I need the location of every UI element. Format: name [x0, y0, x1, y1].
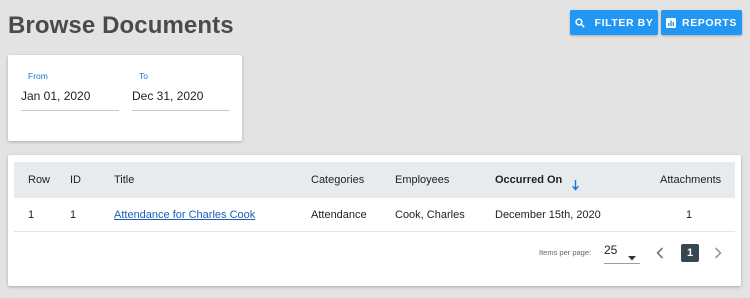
header-row[interactable]: Row [28, 174, 50, 186]
cell-attachments: 1 [686, 209, 693, 221]
arrow-down-icon[interactable] [572, 178, 579, 196]
header-attachments[interactable]: Attachments [660, 174, 721, 186]
documents-table-card: Row ID Title Categories Employees Occurr… [8, 155, 741, 286]
page-number-button[interactable]: 1 [681, 244, 699, 262]
header-id[interactable]: ID [70, 174, 81, 186]
items-per-page-value: 25 [604, 243, 618, 257]
from-date-field[interactable]: From Jan 01, 2020 [21, 71, 119, 111]
filter-by-button[interactable]: FILTER BY [570, 10, 658, 35]
reports-button[interactable]: REPORTS [661, 10, 742, 35]
table-header-row: Row ID Title Categories Employees Occurr… [14, 162, 735, 198]
cell-row: 1 [28, 209, 35, 221]
header-categories[interactable]: Categories [311, 174, 364, 186]
search-icon [574, 17, 585, 28]
cell-categories: Attendance [311, 209, 367, 221]
to-date-input[interactable]: Dec 31, 2020 [132, 89, 230, 111]
items-per-page-select[interactable]: 25 [604, 240, 640, 264]
header-title[interactable]: Title [114, 174, 134, 186]
reports-label: REPORTS [682, 16, 737, 29]
date-range-card: From Jan 01, 2020 To Dec 31, 2020 [8, 55, 242, 141]
items-per-page-label: Items per page: [539, 248, 592, 257]
document-title-link[interactable]: Attendance for Charles Cook [114, 209, 255, 221]
from-date-label: From [28, 71, 48, 81]
cell-id: 1 [70, 209, 77, 221]
cell-occurred-on: December 15th, 2020 [495, 209, 601, 221]
page-title: Browse Documents [8, 12, 234, 39]
cell-employees: Cook, Charles [395, 209, 465, 221]
header-occurred-on[interactable]: Occurred On [495, 174, 562, 186]
table-row: 1 1 Attendance for Charles Cook Attendan… [14, 198, 735, 232]
chevron-left-icon[interactable] [656, 246, 664, 264]
header-employees[interactable]: Employees [395, 174, 449, 186]
to-date-label: To [139, 71, 148, 81]
to-date-field[interactable]: To Dec 31, 2020 [132, 71, 230, 111]
bar-chart-icon [666, 17, 677, 28]
filter-by-label: FILTER BY [594, 16, 654, 29]
from-date-input[interactable]: Jan 01, 2020 [21, 89, 119, 111]
caret-down-icon [628, 248, 636, 266]
chevron-right-icon[interactable] [714, 246, 722, 264]
